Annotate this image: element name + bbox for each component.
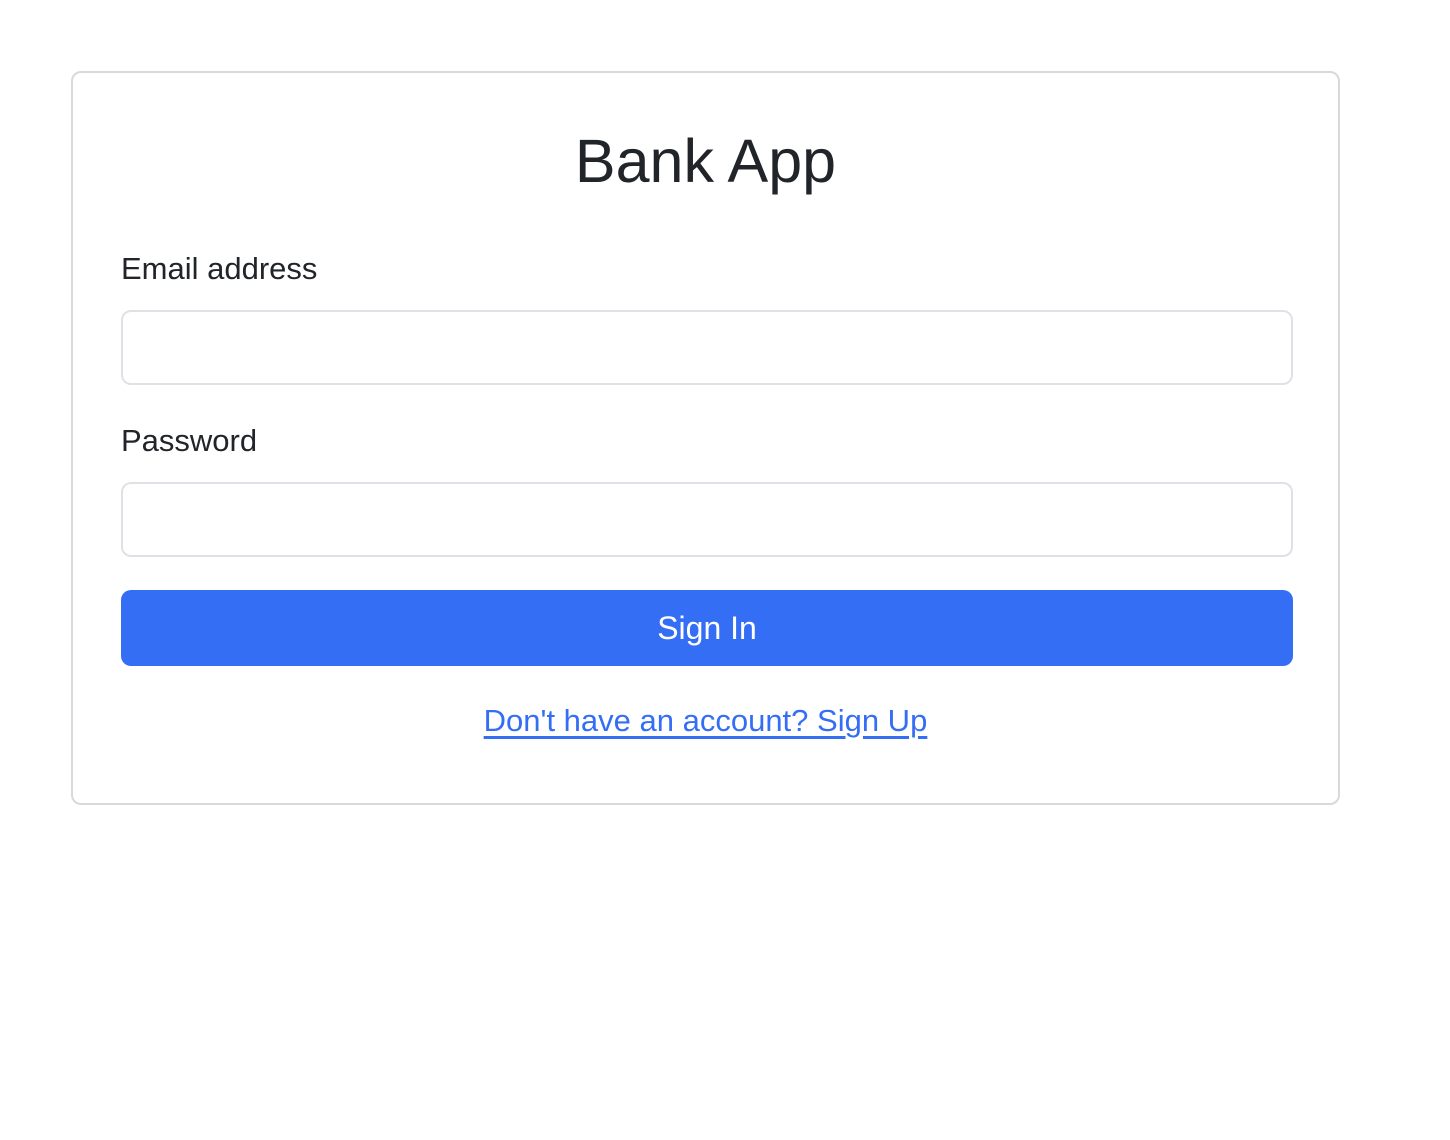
sign-in-button[interactable]: Sign In xyxy=(121,590,1293,666)
sign-up-link[interactable]: Don't have an account? Sign Up xyxy=(484,703,928,738)
email-label: Email address xyxy=(121,251,318,286)
signup-link-container: Don't have an account? Sign Up xyxy=(73,701,1338,741)
login-card: Bank App Email address Password Sign In … xyxy=(71,71,1340,805)
page-title: Bank App xyxy=(574,127,837,195)
email-field[interactable] xyxy=(121,310,1293,385)
password-label: Password xyxy=(121,423,258,458)
password-field[interactable] xyxy=(121,482,1293,557)
